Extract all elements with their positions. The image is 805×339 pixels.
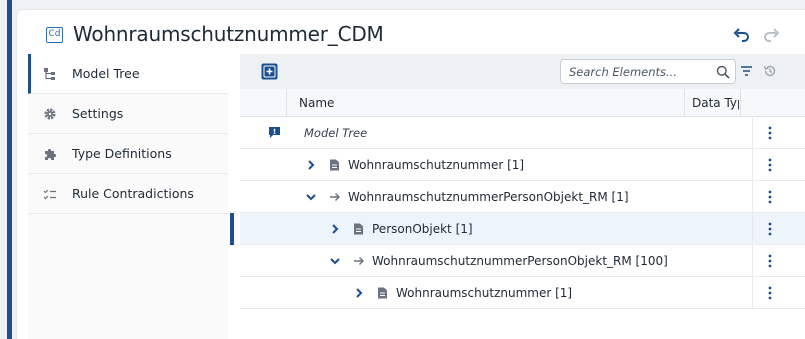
search-box: [560, 59, 736, 84]
chevron-right-icon[interactable]: [305, 159, 317, 171]
filter-icon[interactable]: [740, 65, 753, 77]
arrow-right-icon: [354, 257, 364, 265]
actions-separator: [752, 213, 753, 245]
more-options-icon[interactable]: [768, 286, 772, 300]
row-label: WohnraumschutznummerPersonObjekt_RM [100…: [372, 254, 668, 268]
add-element-icon[interactable]: [261, 63, 278, 80]
search-icon[interactable]: [716, 65, 730, 79]
panel-header: Cd Wohnraumschutznummer_CDM: [17, 10, 805, 56]
chevron-right-icon[interactable]: [329, 223, 341, 235]
actions-separator: [752, 277, 753, 309]
actions-separator: [752, 117, 753, 149]
sidebar-item-model-tree[interactable]: Model Tree: [28, 54, 228, 94]
more-options-icon[interactable]: [768, 254, 772, 268]
row-label: PersonObjekt [1]: [372, 222, 473, 236]
chevron-right-icon[interactable]: [353, 287, 365, 299]
document-icon: [354, 223, 363, 235]
tree-icon: [42, 66, 58, 82]
sidebar-item-type-definitions[interactable]: Type Definitions: [28, 134, 228, 174]
comment-icon: [269, 127, 280, 138]
chevron-down-icon[interactable]: [305, 191, 317, 203]
more-options-icon[interactable]: [768, 126, 772, 140]
chevron-down-icon[interactable]: [329, 255, 341, 267]
column-separator[interactable]: [684, 89, 685, 117]
redo-icon[interactable]: [762, 27, 780, 43]
tree-toolbar: [240, 54, 805, 89]
undo-icon[interactable]: [733, 27, 751, 43]
arrow-right-icon: [330, 193, 340, 201]
row-label: Wohnraumschutznummer [1]: [396, 286, 573, 300]
row-label: Model Tree: [304, 126, 368, 140]
more-options-icon[interactable]: [768, 222, 772, 236]
column-separator[interactable]: [740, 89, 741, 117]
sidebar-item-label: Type Definitions: [72, 146, 172, 161]
column-header-data-type[interactable]: Data Type: [692, 96, 739, 110]
sidebar-item-settings[interactable]: Settings: [28, 94, 228, 134]
puzzle-icon: [42, 146, 58, 162]
table-row[interactable]: Wohnraumschutznummer [1]: [240, 149, 805, 181]
column-separator: [286, 89, 287, 117]
sidebar-item-label: Settings: [72, 106, 124, 121]
sidebar-item-rule-contradictions[interactable]: Rule Contradictions: [28, 174, 228, 214]
table-row-selected[interactable]: PersonObjekt [1]: [230, 213, 805, 245]
left-edge-strip: [0, 0, 13, 339]
check-list-icon: [42, 186, 58, 202]
document-icon: [378, 287, 387, 299]
actions-separator: [752, 149, 753, 181]
table-row[interactable]: Wohnraumschutznummer [1]: [240, 277, 805, 309]
sidebar-item-label: Rule Contradictions: [72, 186, 194, 201]
left-edge-accent: [7, 0, 12, 339]
more-options-icon[interactable]: [768, 190, 772, 204]
more-options-icon[interactable]: [768, 158, 772, 172]
model-tree-view: Name Data Type Model Tree Wohnraumschutz…: [230, 54, 805, 339]
row-label: WohnraumschutznummerPersonObjekt_RM [1]: [348, 190, 629, 204]
history-icon[interactable]: [763, 64, 777, 78]
gear-icon: [42, 106, 58, 122]
document-icon: [330, 159, 339, 171]
actions-separator: [752, 181, 753, 213]
table-header: Name Data Type: [240, 89, 805, 117]
table-row[interactable]: Model Tree: [240, 117, 805, 149]
page-title: Wohnraumschutznummer_CDM: [73, 22, 384, 46]
sidebar-item-label: Model Tree: [72, 66, 140, 81]
row-label: Wohnraumschutznummer [1]: [348, 158, 525, 172]
sidebar: Model Tree Settings Type Definitions Rul…: [28, 54, 228, 339]
actions-separator: [752, 245, 753, 277]
column-header-name[interactable]: Name: [299, 96, 679, 110]
search-input[interactable]: [569, 63, 709, 80]
table-row[interactable]: WohnraumschutznummerPersonObjekt_RM [1]: [240, 181, 805, 213]
cdm-badge-icon: Cd: [46, 27, 63, 43]
table-row[interactable]: WohnraumschutznummerPersonObjekt_RM [100…: [240, 245, 805, 277]
selection-indicator: [230, 213, 234, 245]
editor-panel: Cd Wohnraumschutznummer_CDM Model Tree S…: [16, 9, 805, 339]
